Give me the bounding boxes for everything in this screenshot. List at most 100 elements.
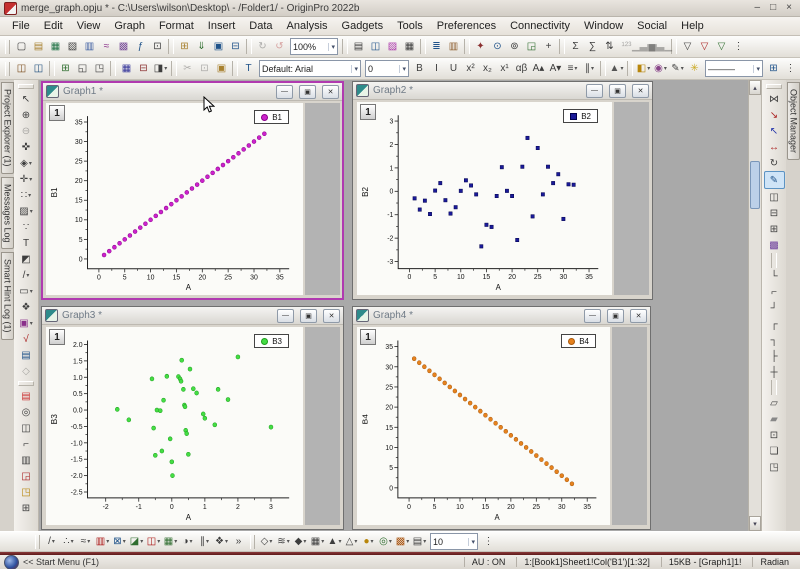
row-stats-icon[interactable]: ▅▃▁	[649, 39, 672, 55]
filter-icon[interactable]: ▽	[679, 39, 696, 55]
menu-file[interactable]: File	[6, 19, 36, 33]
arrow-tool-icon[interactable]: ◩	[17, 251, 36, 267]
3d-line-icon[interactable]: ≋	[275, 534, 292, 550]
increase-font-icon[interactable]: A▴	[530, 61, 547, 77]
toolbar-options-icon[interactable]: ⋮	[730, 39, 747, 55]
menu-graph[interactable]: Graph	[108, 19, 151, 33]
line-tool-icon[interactable]: /	[17, 267, 36, 283]
alignment-icon[interactable]: ≡	[564, 61, 581, 77]
data-selector-icon[interactable]: ∷	[17, 187, 36, 203]
chevron-down-icon[interactable]: ▾	[399, 64, 406, 73]
menu-format[interactable]: Format	[153, 19, 200, 33]
graph3-close-icon[interactable]: ✕	[323, 308, 340, 323]
graph2-layer-button[interactable]: 1	[360, 104, 376, 120]
statistical-plot-icon[interactable]: ◫	[145, 534, 162, 550]
graph2-legend[interactable]: B2	[563, 109, 598, 123]
axes-style-4-icon[interactable]: ┌	[765, 316, 784, 332]
chevron-down-icon[interactable]: ▾	[351, 64, 358, 73]
3d-scatter-icon[interactable]: ◇	[258, 534, 275, 550]
greek-icon[interactable]: αβ	[513, 61, 530, 77]
add-column-icon[interactable]: +	[540, 39, 557, 55]
image-plot-icon[interactable]: ▤	[411, 534, 428, 550]
graph3-restore-icon[interactable]: ▣	[300, 308, 317, 323]
minimize-icon[interactable]: –	[755, 3, 761, 13]
italic-icon[interactable]: I	[428, 61, 445, 77]
3d-rotate-icon[interactable]: ◇	[17, 363, 36, 379]
lighting-icon[interactable]: ✳	[686, 61, 703, 77]
subscript-icon[interactable]: x₂	[479, 61, 496, 77]
layer-arrange-grid-icon[interactable]: ⊞	[765, 221, 784, 237]
menu-insert[interactable]: Insert	[202, 19, 242, 33]
bottom-more-icon[interactable]: ⋮	[480, 534, 497, 550]
graph3-window[interactable]: Graph3 * — ▣ ✕ 1 B3 -2 -1 0 1 2 3 -2.5 -2.0 -1.5…	[41, 306, 344, 530]
underline-icon[interactable]: U	[445, 61, 462, 77]
layer-add-right-y-icon[interactable]: ◫	[30, 61, 47, 77]
cut-icon[interactable]: ✂	[179, 61, 196, 77]
graph4-window[interactable]: Graph4 * — ▣ ✕ 1 B4 0 5 10 15 20 25 30 35 0 5 10 15…	[352, 306, 651, 530]
menu-edit[interactable]: Edit	[38, 19, 69, 33]
open-excel-icon[interactable]: ▦	[47, 39, 64, 55]
graph1-plot[interactable]: 0 5 10 15 20 25 30 35 0 5 10 15 20 25 30 35 A B1	[46, 103, 303, 295]
master-items-icon[interactable]: ▨	[384, 39, 401, 55]
draw-data-icon[interactable]: ∵	[17, 219, 36, 235]
insert-equation-icon[interactable]: √	[17, 331, 36, 347]
merge-graphs-icon[interactable]: ▦	[118, 61, 135, 77]
decrease-font-icon[interactable]: A▾	[547, 61, 564, 77]
axes-style-1-icon[interactable]: └	[765, 268, 784, 284]
new-function-plot-icon[interactable]: ƒ	[132, 39, 149, 55]
graph4-titlebar[interactable]: Graph4 * — ▣ ✕	[353, 307, 650, 325]
line-symbol-plot-icon[interactable]: ≈	[77, 534, 94, 550]
layer-add-inset-icon[interactable]: ◱	[74, 61, 91, 77]
menu-preferences[interactable]: Preferences	[431, 19, 502, 33]
zoom-combo[interactable]: 100% ▾	[290, 38, 338, 55]
insert-word-object-icon[interactable]: ▤	[17, 347, 36, 363]
new-matrix-icon[interactable]: ▩	[115, 39, 132, 55]
close-icon[interactable]: ×	[786, 3, 792, 13]
menu-tools[interactable]: Tools	[391, 19, 429, 33]
menu-social[interactable]: Social	[631, 19, 673, 33]
graph2-window[interactable]: Graph2 * — ▣ ✕ 1 B2 0 5 10 15 20 25 30 35 -3 -2 -1…	[352, 81, 653, 300]
font-size-combo[interactable]: 0 ▾	[365, 60, 409, 77]
increment-list-icon[interactable]: ◎	[17, 404, 36, 420]
annotation-icon[interactable]: ◳	[17, 484, 36, 500]
open-template-icon[interactable]: ▧	[64, 39, 81, 55]
sub-super-script-icon[interactable]: x¹	[496, 61, 513, 77]
start-menu-label[interactable]: << Start Menu (F1)	[23, 557, 99, 567]
scroll-thumb[interactable]	[750, 161, 760, 209]
layout-tool-icon[interactable]: ◫	[17, 420, 36, 436]
sort-icon[interactable]: ⇅	[601, 39, 618, 55]
menu-analysis[interactable]: Analysis	[281, 19, 334, 33]
layer-arrange-horizontal-icon[interactable]: ◫	[765, 189, 784, 205]
copy-icon[interactable]: ⊡	[196, 61, 213, 77]
distribute-icon[interactable]: ∥	[581, 61, 598, 77]
3d-pie-icon[interactable]: ●	[360, 534, 377, 550]
scatter-plot-icon[interactable]: ∴	[60, 534, 77, 550]
graph4-plot[interactable]: 0 5 10 15 20 25 30 35 0 5 10 15 20 25 30 35 A B4	[357, 327, 610, 525]
contour-icon[interactable]: ◎	[377, 534, 394, 550]
apps-icon[interactable]: ✦	[472, 39, 489, 55]
sum-icon[interactable]: ∑	[584, 39, 601, 55]
object-edit-icon[interactable]: ◲	[17, 468, 36, 484]
superscript-icon[interactable]: x²	[462, 61, 479, 77]
3d-bars-icon[interactable]: ▦	[309, 534, 326, 550]
filter-reapply-icon[interactable]: ▽	[713, 39, 730, 55]
refresh-icon[interactable]: ↻	[254, 39, 271, 55]
hand-tool-icon[interactable]: ❖	[17, 299, 36, 315]
project-explorer-icon[interactable]: ≣	[428, 39, 445, 55]
fit-layers-to-page-icon[interactable]: ↖	[765, 123, 784, 139]
tab-object-manager[interactable]: Object Manager	[786, 82, 800, 161]
graph1-close-icon[interactable]: ✕	[322, 84, 339, 99]
graph1-legend[interactable]: B1	[254, 110, 289, 124]
axes-style-2-icon[interactable]: ⌐	[765, 284, 784, 300]
append-project-icon[interactable]: ⇓	[193, 39, 210, 55]
new-graph-icon[interactable]: ≈	[98, 39, 115, 55]
graph3-legend[interactable]: B3	[254, 334, 289, 348]
new-notes-icon[interactable]: ⊡	[149, 39, 166, 55]
graph3-plot[interactable]: -2 -1 0 1 2 3 -2.5 -2.0 -1.5 -1.0 -0.5 0.0 0.5 1.0 1.5…	[46, 327, 303, 525]
layer-add-top-x-icon[interactable]: ⊞	[57, 61, 74, 77]
heatmap-icon[interactable]: ▩	[394, 534, 411, 550]
graph4-minimize-icon[interactable]: —	[584, 308, 601, 323]
maximize-icon[interactable]: □	[770, 3, 776, 13]
paste-icon[interactable]: ▣	[213, 61, 230, 77]
data-reader-icon[interactable]: ✛	[17, 171, 36, 187]
